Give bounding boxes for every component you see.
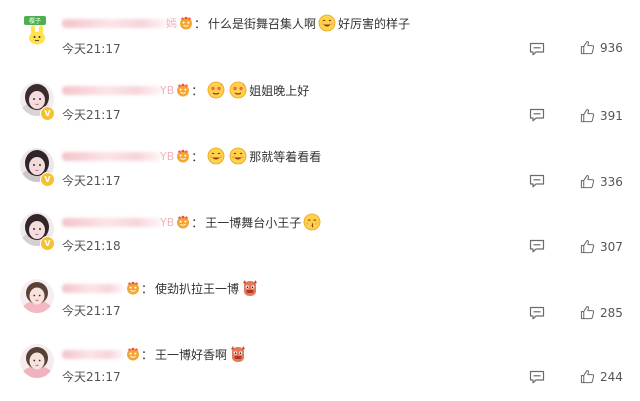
- comment-item: V YB ： 姐姐晚上好 今天21:17 391: [0, 72, 640, 136]
- colon-separator: ：: [194, 16, 207, 31]
- fan-badge-icon: [126, 281, 140, 295]
- thumbs-up-icon: [580, 108, 595, 123]
- comment-text: 什么是街舞召集人啊: [208, 16, 317, 31]
- grinning-face-emoji: [318, 14, 336, 32]
- smiling-face-emoji: [229, 147, 247, 165]
- comment-content: YB ： 王一博舞台小王子: [62, 212, 323, 232]
- username-blurred[interactable]: [62, 18, 168, 28]
- username-blurred[interactable]: [62, 85, 162, 95]
- comment-text: 王一博舞台小王子: [205, 215, 302, 230]
- like-count: 285: [600, 305, 623, 320]
- thumbs-up-icon: [580, 174, 595, 189]
- thumbs-up-icon: [580, 239, 595, 254]
- reply-icon[interactable]: [529, 370, 545, 384]
- timestamp: 今天21:17: [62, 370, 121, 384]
- username-tail[interactable]: YB: [160, 150, 174, 163]
- like-count: 307: [600, 239, 623, 254]
- thumbs-up-icon: [580, 40, 595, 55]
- star-eyes-emoji: [207, 81, 225, 99]
- colon-separator: ：: [141, 281, 154, 296]
- fan-badge-icon: [176, 215, 190, 229]
- fan-badge-icon: [126, 347, 140, 361]
- avatar[interactable]: [20, 344, 54, 378]
- colon-separator: ：: [191, 149, 204, 164]
- comment-content: YB ： 那就等着看看: [62, 146, 321, 166]
- username-tail[interactable]: YB: [160, 216, 174, 229]
- comment-text: 王一博好香啊: [155, 347, 228, 362]
- timestamp: 今天21:17: [62, 42, 121, 56]
- username-blurred[interactable]: [62, 349, 124, 359]
- verified-badge-icon: V: [40, 236, 55, 251]
- username-tail[interactable]: YB: [160, 84, 174, 97]
- verified-badge-icon: V: [40, 106, 55, 121]
- thumbs-up-icon: [580, 305, 595, 320]
- smiling-face-emoji: [207, 147, 225, 165]
- comment-item: ： 使劲扒拉王一博 今天21:17 285: [0, 270, 640, 334]
- comment-text: 使劲扒拉王一博: [155, 281, 240, 296]
- thumbs-up-icon: [580, 369, 595, 384]
- timestamp: 今天21:17: [62, 304, 121, 318]
- username-blurred[interactable]: [62, 151, 162, 161]
- like-button[interactable]: 336: [580, 174, 623, 189]
- comment-content: 嫣 ： 什么是街舞召集人啊 好厉害的样子: [62, 13, 410, 33]
- comment-text-continued: 好厉害的样子: [338, 16, 411, 31]
- reply-icon[interactable]: [529, 306, 545, 320]
- comment-item: V YB ： 王一博舞台小王子 今天21:18 307: [0, 204, 640, 268]
- avatar[interactable]: [20, 279, 54, 313]
- avatar[interactable]: 樱子: [20, 13, 54, 47]
- comment-text: 姐姐晚上好: [249, 83, 310, 98]
- reply-icon[interactable]: [529, 108, 545, 122]
- like-count: 244: [600, 369, 623, 384]
- comment-content: ： 王一博好香啊: [62, 344, 249, 364]
- timestamp: 今天21:18: [62, 239, 121, 253]
- avatar-label: 樱子: [29, 17, 41, 25]
- reply-icon[interactable]: [529, 42, 545, 56]
- fan-badge-icon: [176, 83, 190, 97]
- colon-separator: ：: [141, 347, 154, 362]
- comment-item: 樱子 嫣 ： 什么是街舞召集人啊 好厉害的样子 今天21:17 936: [0, 0, 640, 64]
- reply-icon[interactable]: [529, 239, 545, 253]
- timestamp: 今天21:17: [62, 108, 121, 122]
- timestamp: 今天21:17: [62, 174, 121, 188]
- comment-item: ： 王一博好香啊 今天21:17 244: [0, 336, 640, 400]
- like-button[interactable]: 244: [580, 369, 623, 384]
- sticker-icon: [229, 345, 247, 363]
- comment-content: YB ： 姐姐晚上好: [62, 80, 309, 100]
- comment-content: ： 使劲扒拉王一博: [62, 278, 261, 298]
- username-blurred[interactable]: [62, 217, 162, 227]
- like-count: 936: [600, 40, 623, 55]
- star-eyes-emoji: [229, 81, 247, 99]
- comment-text: 那就等着看看: [249, 149, 322, 164]
- colon-separator: ：: [191, 215, 204, 230]
- like-count: 336: [600, 174, 623, 189]
- like-button[interactable]: 936: [580, 40, 623, 55]
- fan-badge-icon: [179, 16, 193, 30]
- username-blurred[interactable]: [62, 283, 124, 293]
- like-button[interactable]: 307: [580, 239, 623, 254]
- kissing-face-emoji: [303, 213, 321, 231]
- reply-icon[interactable]: [529, 174, 545, 188]
- comment-item: V YB ： 那就等着看看 今天21:17 336: [0, 138, 640, 202]
- verified-badge-icon: V: [40, 172, 55, 187]
- username-tail[interactable]: 嫣: [166, 15, 177, 31]
- like-button[interactable]: 391: [580, 108, 623, 123]
- fan-badge-icon: [176, 149, 190, 163]
- colon-separator: ：: [191, 83, 204, 98]
- sticker-icon: [241, 279, 259, 297]
- like-count: 391: [600, 108, 623, 123]
- like-button[interactable]: 285: [580, 305, 623, 320]
